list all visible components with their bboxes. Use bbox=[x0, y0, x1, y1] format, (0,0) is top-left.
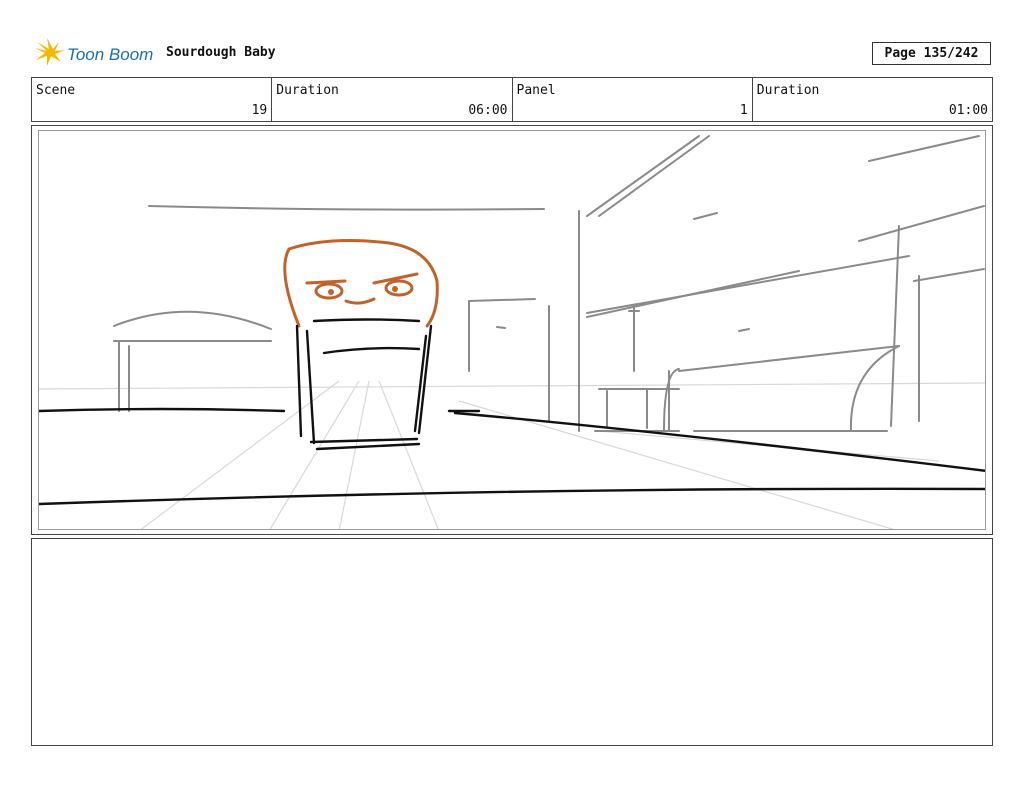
panel-image bbox=[38, 130, 986, 530]
bread-character-head bbox=[283, 239, 439, 328]
panel-label: Panel bbox=[516, 83, 556, 98]
panel-duration-value: 01:00 bbox=[948, 103, 988, 118]
background-sketch bbox=[113, 135, 985, 432]
panel-cell: Panel 1 bbox=[513, 78, 753, 121]
scene-cell: Scene 19 bbox=[32, 78, 273, 121]
foreground-ink bbox=[39, 318, 985, 506]
toon-boom-logo: Toon Boom bbox=[33, 38, 158, 68]
perspective-guides bbox=[39, 380, 985, 529]
logo-text: Toon Boom bbox=[67, 45, 153, 64]
scene-value: 19 bbox=[251, 103, 268, 118]
scene-duration-cell: Duration 06:00 bbox=[272, 78, 513, 121]
panel-value: 1 bbox=[739, 103, 748, 118]
project-title: Sourdough Baby bbox=[166, 45, 276, 60]
starburst-icon bbox=[35, 38, 65, 66]
scene-label: Scene bbox=[36, 83, 76, 98]
scene-duration-value: 06:00 bbox=[468, 103, 508, 118]
panel-notes-area bbox=[31, 538, 993, 746]
panel-info-row: Scene 19 Duration 06:00 Panel 1 Duration… bbox=[31, 77, 993, 122]
storyboard-sketch bbox=[39, 135, 985, 529]
panel-duration-cell: Duration 01:00 bbox=[753, 78, 992, 121]
panel-duration-label: Duration bbox=[756, 83, 820, 98]
page-indicator: Page 135/242 bbox=[872, 42, 991, 65]
scene-duration-label: Duration bbox=[276, 83, 339, 98]
panel-frame bbox=[31, 125, 993, 535]
